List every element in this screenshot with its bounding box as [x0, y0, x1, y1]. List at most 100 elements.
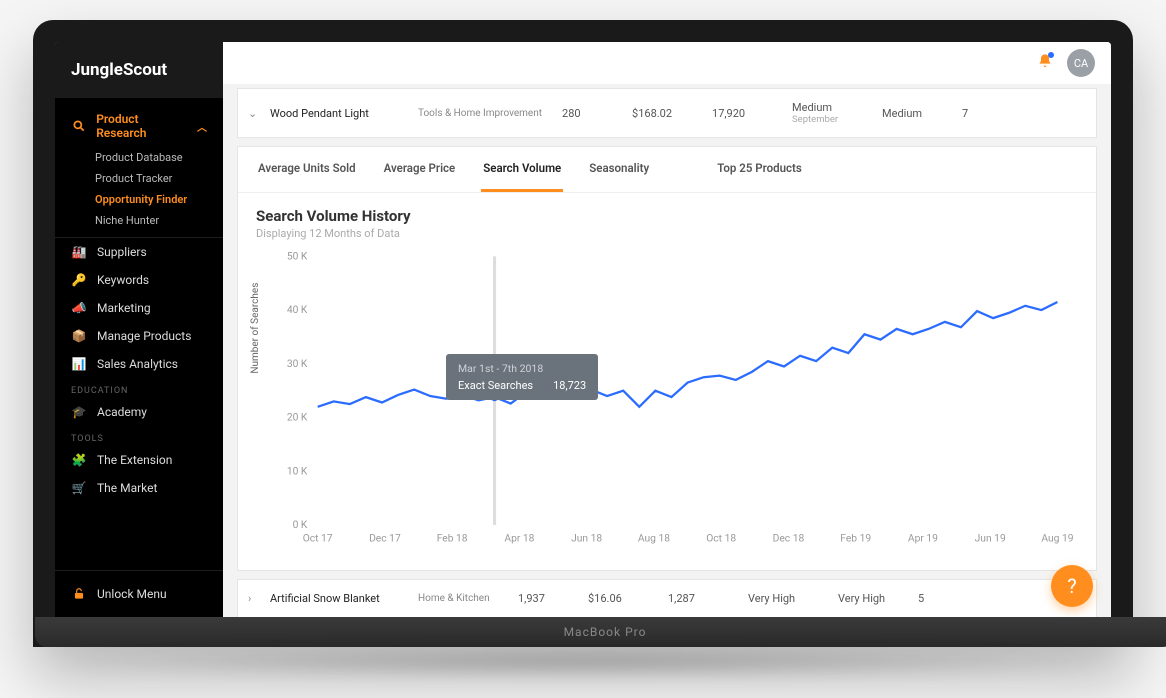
svg-text:Oct 17: Oct 17: [303, 532, 333, 545]
sidebar: JungleScout Product Research ︿ Product D…: [55, 42, 223, 617]
section-header-tools: TOOLS: [55, 426, 223, 446]
product-col6: 5: [908, 580, 948, 617]
sidebar-item-keywords[interactable]: 🔑 Keywords: [55, 266, 223, 294]
product-col5: Medium: [872, 95, 952, 132]
tab-top-25-products[interactable]: Top 25 Products: [715, 147, 804, 192]
sidebar-item-marketing[interactable]: 📣 Marketing: [55, 294, 223, 322]
product-col2: $168.02: [622, 95, 702, 132]
keywords-icon: 🔑: [71, 273, 87, 287]
sidebar-item-the-market[interactable]: 🛒 The Market: [55, 474, 223, 502]
chart-subtitle: Displaying 12 Months of Data: [256, 227, 1078, 240]
tab-seasonality[interactable]: Seasonality: [587, 147, 651, 192]
lock-icon: [71, 587, 87, 601]
product-col5: Very High: [828, 580, 908, 617]
help-fab[interactable]: ?: [1051, 565, 1093, 607]
chart-tooltip: Mar 1st - 7th 2018 Exact Searches 18,723: [446, 354, 598, 400]
chevron-right-icon[interactable]: ›: [248, 592, 262, 605]
unlock-menu-button[interactable]: Unlock Menu: [55, 570, 223, 617]
tabs: Average Units Sold Average Price Search Vo…: [238, 147, 1096, 193]
svg-text:50 K: 50 K: [287, 249, 308, 262]
sidebar-item-label: Marketing: [97, 301, 151, 315]
sidebar-item-label: Keywords: [97, 273, 149, 287]
manage-products-icon: 📦: [71, 329, 87, 343]
academy-icon: 🎓: [71, 405, 87, 419]
product-row-bottom[interactable]: › Artificial Snow Blanket Home & Kitchen…: [237, 579, 1097, 617]
svg-text:Feb 19: Feb 19: [840, 532, 871, 545]
tab-search-volume[interactable]: Search Volume: [481, 147, 563, 192]
sidebar-item-the-extension[interactable]: 🧩 The Extension: [55, 446, 223, 474]
product-col2: $16.06: [578, 580, 658, 617]
product-col1: 1,937: [508, 580, 578, 617]
sidebar-item-suppliers[interactable]: 🏭 Suppliers: [55, 238, 223, 266]
sidebar-item-label: Suppliers: [97, 245, 147, 259]
svg-text:Dec 17: Dec 17: [369, 532, 401, 545]
sidebar-item-product-research[interactable]: Product Research ︿: [55, 105, 223, 147]
tooltip-value: 18,723: [553, 379, 586, 392]
sidebar-sub-opportunity-finder[interactable]: Opportunity Finder: [55, 189, 223, 210]
svg-text:0 K: 0 K: [293, 518, 308, 531]
sidebar-item-label: The Market: [97, 481, 157, 495]
sidebar-item-label: Manage Products: [97, 329, 191, 343]
sidebar-item-label: Sales Analytics: [97, 357, 178, 371]
sidebar-item-label: Product Research: [96, 112, 187, 140]
svg-text:Aug 18: Aug 18: [638, 532, 670, 545]
sidebar-item-academy[interactable]: 🎓 Academy: [55, 398, 223, 426]
the-extension-icon: 🧩: [71, 453, 87, 467]
the-market-icon: 🛒: [71, 481, 87, 495]
tooltip-label: Exact Searches: [458, 379, 533, 392]
unlock-label: Unlock Menu: [97, 587, 167, 601]
tooltip-date: Mar 1st - 7th 2018: [458, 362, 586, 375]
svg-text:10 K: 10 K: [287, 464, 308, 477]
topbar: CA: [223, 42, 1111, 84]
sidebar-item-sales-analytics[interactable]: 📊 Sales Analytics: [55, 350, 223, 378]
chart-title: Search Volume History: [256, 207, 1078, 225]
product-category: Tools & Home Improvement: [408, 96, 552, 131]
product-col1: 280: [552, 95, 622, 132]
product-col3: 1,287: [658, 580, 738, 617]
product-col6: 7: [952, 95, 992, 132]
product-col4: Medium September: [782, 89, 872, 137]
sidebar-item-label: The Extension: [97, 453, 172, 467]
svg-text:Dec 18: Dec 18: [773, 532, 805, 545]
notification-bell-icon[interactable]: [1037, 53, 1053, 73]
svg-text:Jun 19: Jun 19: [975, 532, 1006, 545]
chevron-up-icon: ︿: [197, 119, 207, 134]
product-name: Artificial Snow Blanket: [270, 592, 380, 605]
avatar[interactable]: CA: [1067, 49, 1095, 77]
main-content: CA ⌄ Wood Pendant Light Tools & Home Imp…: [223, 42, 1111, 617]
svg-text:20 K: 20 K: [287, 411, 308, 424]
brand: JungleScout: [55, 42, 223, 99]
product-col3: 17,920: [702, 95, 782, 132]
sales-analytics-icon: 📊: [71, 357, 87, 371]
section-header-education: EDUCATION: [55, 378, 223, 398]
svg-text:40 K: 40 K: [287, 303, 308, 316]
product-name: Wood Pendant Light: [270, 107, 369, 120]
sidebar-sub-product-tracker[interactable]: Product Tracker: [55, 168, 223, 189]
svg-text:Apr 19: Apr 19: [908, 532, 938, 545]
sidebar-sub-niche-hunter[interactable]: Niche Hunter: [55, 210, 223, 231]
svg-text:Oct 18: Oct 18: [706, 532, 736, 545]
product-category: Home & Kitchen: [408, 581, 508, 616]
svg-text:30 K: 30 K: [287, 357, 308, 370]
chevron-down-icon[interactable]: ⌄: [248, 107, 262, 120]
tab-average-price[interactable]: Average Price: [382, 147, 458, 192]
sidebar-item-label: Academy: [97, 405, 147, 419]
y-axis-label: Number of Searches: [250, 283, 261, 374]
sidebar-sub-product-database[interactable]: Product Database: [55, 147, 223, 168]
tab-average-units-sold[interactable]: Average Units Sold: [256, 147, 358, 192]
sidebar-item-manage-products[interactable]: 📦 Manage Products: [55, 322, 223, 350]
laptop-label: MacBook Pro: [35, 617, 1166, 647]
svg-text:Feb 18: Feb 18: [437, 532, 468, 545]
nav-group-primary: Product Research ︿ Product DatabaseProdu…: [55, 99, 223, 238]
suppliers-icon: 🏭: [71, 245, 87, 259]
search-icon: [71, 119, 86, 133]
svg-text:Apr 18: Apr 18: [504, 532, 534, 545]
product-row-top[interactable]: ⌄ Wood Pendant Light Tools & Home Improv…: [237, 88, 1097, 138]
marketing-icon: 📣: [71, 301, 87, 315]
product-col4: Very High: [738, 580, 828, 617]
chart-area[interactable]: Number of Searches 0 K10 K20 K30 K40 K50…: [256, 246, 1078, 556]
svg-text:Aug 19: Aug 19: [1041, 532, 1073, 545]
svg-text:Jun 18: Jun 18: [571, 532, 602, 545]
help-icon: ?: [1067, 574, 1076, 598]
chart-card: Average Units Sold Average Price Search Vo…: [237, 146, 1097, 571]
